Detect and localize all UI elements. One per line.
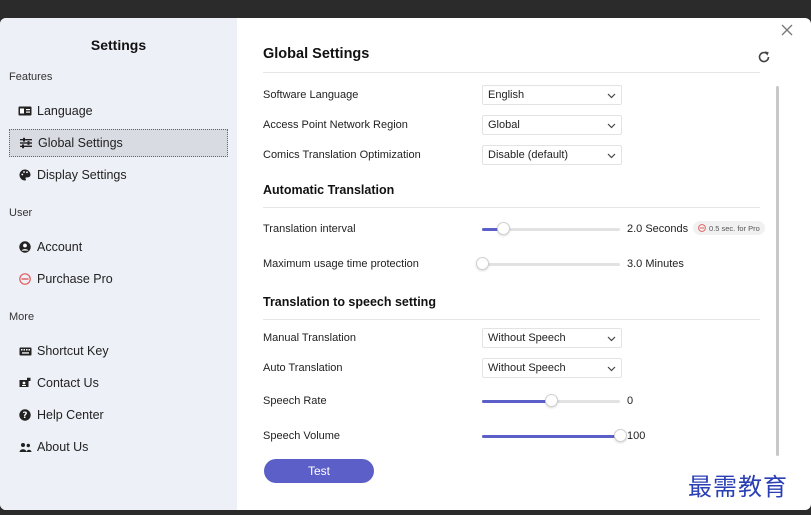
auto-translation-select[interactable]: Without Speech <box>482 358 622 378</box>
sidebar-title: Settings <box>90 37 147 53</box>
sidebar-item-shortcut-key[interactable]: Shortcut Key <box>9 337 228 365</box>
translation-interval-value: 2.0 Seconds <box>627 223 689 235</box>
sidebar: Settings Features Language Global Settin… <box>0 18 237 510</box>
watermark: 最需教育 <box>688 473 788 501</box>
sidebar-item-label: Global Settings <box>38 136 123 150</box>
sidebar-section-more: More <box>9 311 35 323</box>
translation-interval-label: Translation interval <box>263 223 356 235</box>
chevron-down-icon <box>607 153 616 159</box>
slider-thumb[interactable] <box>496 222 510 235</box>
help-icon: ? <box>18 408 32 422</box>
access-point-region-select[interactable]: Global <box>482 115 622 135</box>
test-button[interactable]: Test <box>264 459 374 483</box>
manual-translation-select[interactable]: Without Speech <box>482 328 622 348</box>
software-language-select[interactable]: English <box>482 85 622 105</box>
pro-icon <box>18 272 32 286</box>
account-icon <box>18 240 32 254</box>
language-icon <box>18 104 32 118</box>
sidebar-item-label: Help Center <box>37 408 104 422</box>
chevron-down-icon <box>607 336 616 342</box>
main-panel: Global Settings Software Language Englis… <box>237 18 811 510</box>
sidebar-item-contact-us[interactable]: Contact Us <box>9 369 228 397</box>
about-icon <box>18 440 32 454</box>
sidebar-item-purchase-pro[interactable]: Purchase Pro <box>9 265 228 293</box>
sidebar-item-label: Shortcut Key <box>37 344 109 358</box>
max-usage-value: 3.0 Minutes <box>627 258 684 270</box>
page-title: Global Settings <box>263 46 370 62</box>
translation-interval-slider[interactable] <box>482 222 620 235</box>
software-language-label: Software Language <box>263 89 359 101</box>
title-divider <box>263 72 760 73</box>
manual-translation-label: Manual Translation <box>263 332 356 344</box>
max-usage-label: Maximum usage time protection <box>263 258 419 270</box>
sliders-icon <box>19 136 33 150</box>
sidebar-section-user: User <box>9 207 33 219</box>
speech-volume-slider[interactable] <box>482 429 627 442</box>
sidebar-item-display-settings[interactable]: Display Settings <box>9 161 228 189</box>
settings-window: Settings Features Language Global Settin… <box>0 18 811 510</box>
sidebar-item-global-settings[interactable]: Global Settings <box>9 129 228 157</box>
slider-thumb[interactable] <box>476 257 489 270</box>
automatic-translation-heading: Automatic Translation <box>263 183 395 197</box>
sidebar-item-label: Contact Us <box>37 376 99 390</box>
sidebar-item-label: Purchase Pro <box>37 272 113 286</box>
speech-rate-label: Speech Rate <box>263 395 327 407</box>
keyboard-icon <box>18 344 32 358</box>
sidebar-item-label: Display Settings <box>37 168 127 182</box>
contact-icon <box>18 376 32 390</box>
sidebar-item-help-center[interactable]: ? Help Center <box>9 401 228 429</box>
svg-text:?: ? <box>23 411 28 421</box>
pro-badge[interactable]: 0.5 sec. for Pro <box>693 221 765 235</box>
speech-rate-value: 0 <box>627 395 634 407</box>
sidebar-item-account[interactable]: Account <box>9 233 228 261</box>
speech-setting-heading: Translation to speech setting <box>263 295 436 309</box>
section-divider <box>263 207 760 208</box>
refresh-icon[interactable] <box>757 50 773 66</box>
slider-thumb[interactable] <box>545 394 558 407</box>
pro-icon <box>698 224 706 232</box>
speech-volume-value: 100 <box>627 430 646 442</box>
speech-rate-slider[interactable] <box>482 394 620 407</box>
sidebar-section-features: Features <box>9 71 53 83</box>
sidebar-item-label: About Us <box>37 440 89 454</box>
chevron-down-icon <box>607 93 616 99</box>
chevron-down-icon <box>607 123 616 129</box>
chevron-down-icon <box>607 366 616 372</box>
auto-translation-label: Auto Translation <box>263 362 343 374</box>
comics-optimization-select[interactable]: Disable (default) <box>482 145 622 165</box>
access-point-region-label: Access Point Network Region <box>263 119 408 131</box>
close-icon[interactable] <box>781 23 797 39</box>
scrollbar[interactable] <box>776 86 779 456</box>
slider-thumb[interactable] <box>614 429 627 442</box>
section-divider <box>263 319 760 320</box>
sidebar-item-language[interactable]: Language <box>9 97 228 125</box>
palette-icon <box>18 168 32 182</box>
sidebar-item-label: Language <box>37 104 93 118</box>
sidebar-item-label: Account <box>37 240 83 254</box>
sidebar-item-about-us[interactable]: About Us <box>9 433 228 461</box>
speech-volume-label: Speech Volume <box>263 430 341 442</box>
comics-optimization-label: Comics Translation Optimization <box>263 149 421 161</box>
max-usage-slider[interactable] <box>476 257 620 270</box>
